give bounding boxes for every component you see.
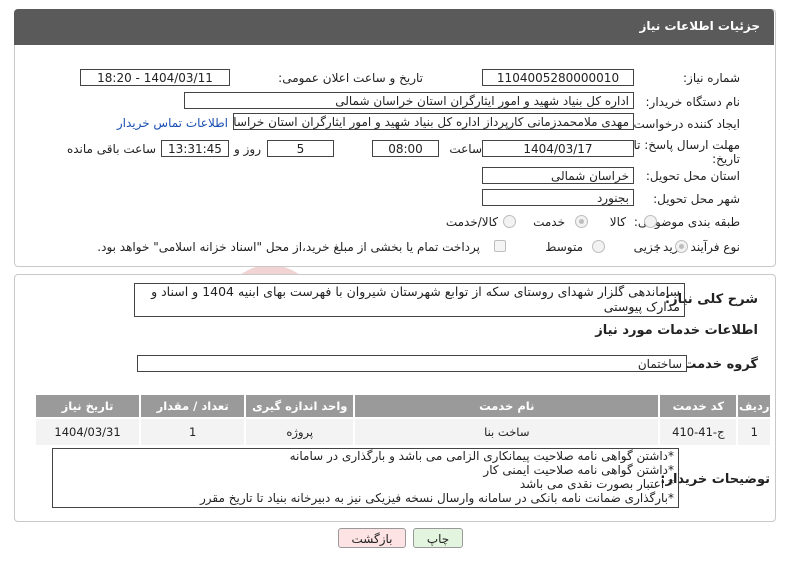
treasury-payment-checkbox[interactable] <box>494 240 506 252</box>
category-option-goods: کالا <box>609 215 626 229</box>
cell-code: ج-41-410 <box>658 417 739 447</box>
deadline-label-2: تاریخ: <box>712 152 740 166</box>
category-radio-goods[interactable] <box>644 215 657 228</box>
remaining-time-field: 13:31:45 <box>161 140 229 157</box>
col-code: کد خدمت <box>658 393 739 419</box>
note-line: *داشتن گواهی نامه صلاحیت پیمانکاری الزام… <box>289 449 674 463</box>
table-header-row: ردیف کد خدمت نام خدمت واحد اندازه گیری ت… <box>33 393 772 419</box>
category-radio-goods-service[interactable] <box>503 215 516 228</box>
summary-text: ساماندهی گلزار شهدای روستای سکه از توابع… <box>151 284 680 314</box>
need-number-field: 1104005280000010 <box>482 69 634 86</box>
cell-unit: پروژه <box>244 417 356 447</box>
buyer-contact-link[interactable]: اطلاعات تماس خریدار <box>117 116 228 130</box>
print-button[interactable]: چاپ <box>413 528 463 548</box>
city-field: بجنورد <box>482 189 634 206</box>
process-radio-minor[interactable] <box>675 240 688 253</box>
treasury-payment-note: پرداخت تمام یا بخشی از مبلغ خرید،از محل … <box>97 240 480 254</box>
col-row: ردیف <box>736 393 772 419</box>
table-row: 1 ج-41-410 ساخت بنا پروژه 1 1404/03/31 <box>33 417 772 447</box>
announce-field: 1404/03/11 - 18:20 <box>80 69 230 86</box>
deadline-date-field: 1404/03/17 <box>482 140 634 157</box>
remaining-label: ساعت باقی مانده <box>66 142 156 156</box>
process-label: نوع فرآیند خرید : <box>655 240 740 254</box>
col-unit: واحد اندازه گیری <box>244 393 356 419</box>
col-name: نام خدمت <box>353 393 661 419</box>
province-field: خراسان شمالی <box>482 167 634 184</box>
cell-date: 1404/03/31 <box>33 417 142 447</box>
days-label: روز و <box>234 142 261 156</box>
col-qty: تعداد / مقدار <box>139 393 247 419</box>
need-number-label: شماره نیاز: <box>683 71 740 85</box>
note-line: *داشتن گواهی نامه صلاحیت ایمنی کار <box>483 463 674 477</box>
category-option-goods-service: کالا/خدمت <box>445 215 498 229</box>
services-table: ردیف کد خدمت نام خدمت واحد اندازه گیری ت… <box>33 393 772 447</box>
col-date: تاریخ نیاز <box>33 393 142 419</box>
cell-qty: 1 <box>139 417 247 447</box>
creator-field: مهدی ملامحمدزمانی کارپرداز اداره کل بنیا… <box>233 113 634 130</box>
summary-textarea[interactable]: ساماندهی گلزار شهدای روستای سکه از توابع… <box>134 283 685 317</box>
category-radio-service[interactable] <box>575 215 588 228</box>
service-group-label: گروه خدمت: <box>678 357 758 372</box>
creator-label: ایجاد کننده درخواست: <box>629 117 740 131</box>
days-field: 5 <box>267 140 334 157</box>
province-label: استان محل تحویل: <box>645 169 740 183</box>
city-label: شهر محل تحویل: <box>653 192 740 206</box>
services-section-title: اطلاعات خدمات مورد نیاز <box>595 323 758 338</box>
buyer-notes-box[interactable]: *داشتن گواهی نامه صلاحیت پیمانکاری الزام… <box>52 448 679 508</box>
process-option-minor: جزیی <box>633 240 661 254</box>
note-line: *بارگذاری ضمانت نامه بانکی در سامانه وار… <box>200 491 674 505</box>
note-line: * اعتبار بصورت نقدی می باشد <box>519 477 674 491</box>
panel-title: جزئیات اطلاعات نیاز <box>639 19 760 33</box>
announce-label: تاریخ و ساعت اعلان عمومی: <box>278 71 423 85</box>
process-radio-medium[interactable] <box>592 240 605 253</box>
buyer-org-label: نام دستگاه خریدار: <box>645 95 741 109</box>
category-option-service: خدمت <box>533 215 565 229</box>
deadline-time-field: 08:00 <box>372 140 439 157</box>
service-group-field: ساختمان <box>137 355 687 372</box>
cell-row: 1 <box>736 417 772 447</box>
deadline-label: مهلت ارسال پاسخ: تا <box>633 138 740 152</box>
back-button[interactable]: بازگشت <box>338 528 406 548</box>
buyer-org-field: اداره کل بنیاد شهید و امور ایثارگران است… <box>184 92 634 109</box>
deadline-time-label: ساعت <box>449 142 482 156</box>
process-option-medium: متوسط <box>545 240 583 254</box>
cell-name: ساخت بنا <box>353 417 661 447</box>
panel-header: جزئیات اطلاعات نیاز <box>14 9 774 45</box>
